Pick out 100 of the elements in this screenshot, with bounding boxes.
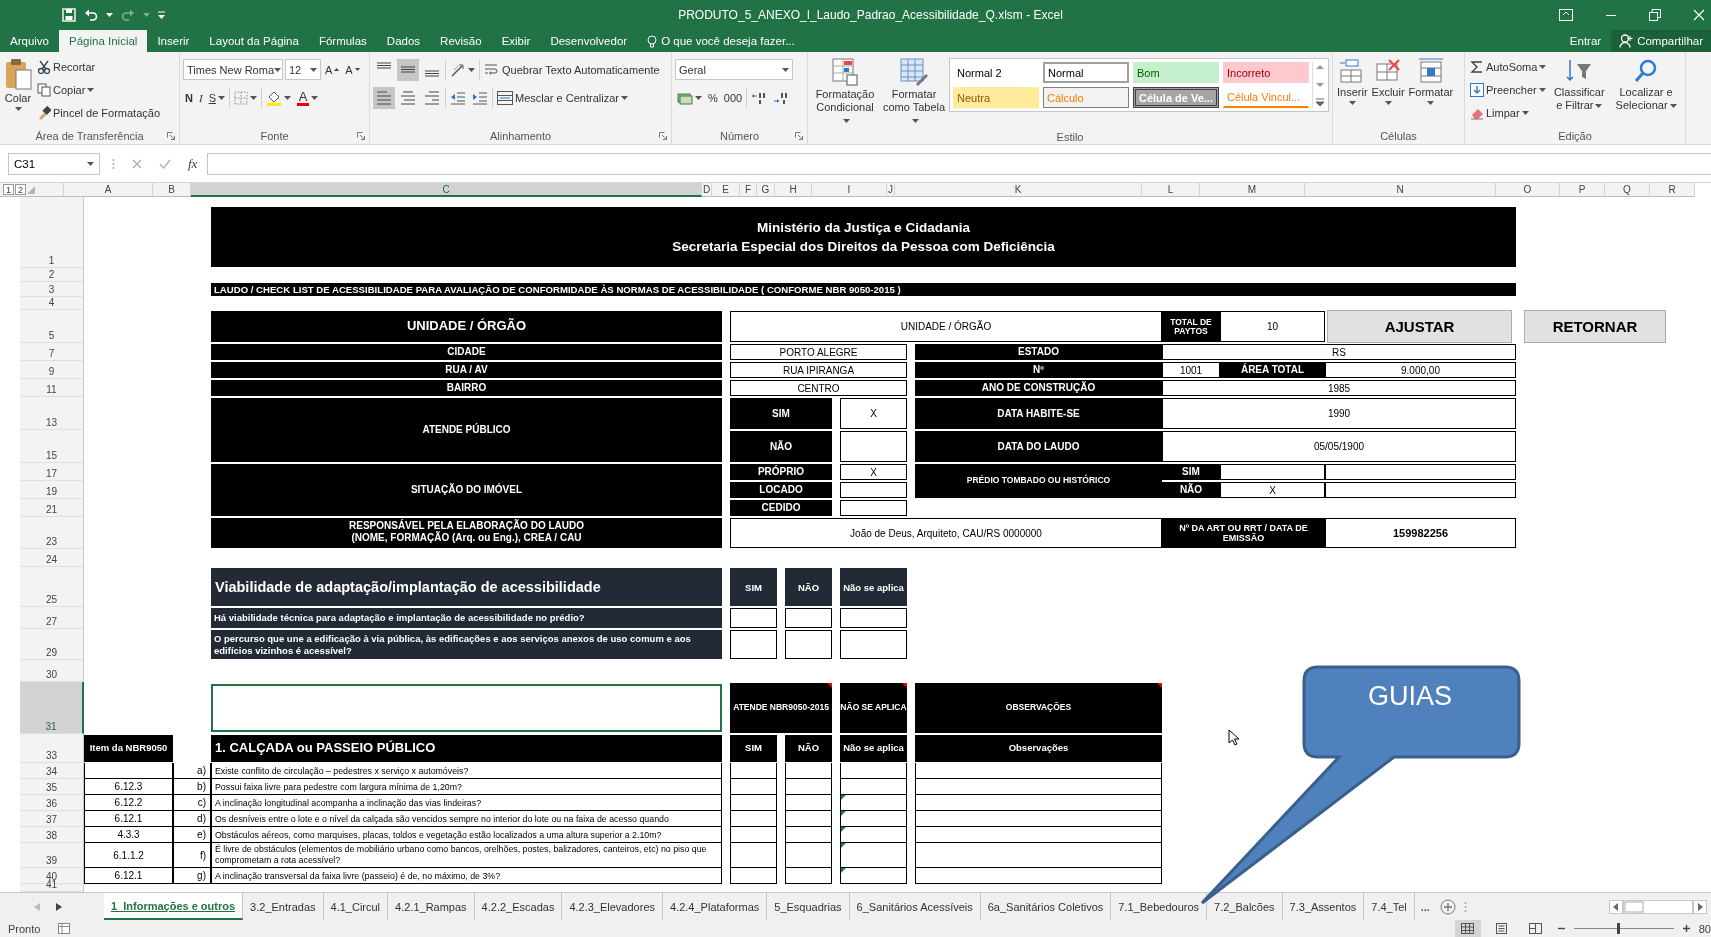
answer-box[interactable] (840, 763, 907, 779)
cell-style-option[interactable]: Neutra (953, 87, 1039, 108)
slider-thumb[interactable] (1617, 923, 1621, 934)
answer-box[interactable] (915, 779, 1162, 795)
caret-icon[interactable] (106, 13, 113, 17)
answer-box[interactable] (785, 630, 832, 659)
answer-box[interactable] (915, 795, 1162, 811)
row-header[interactable]: 9 (20, 361, 84, 379)
tell-me-field[interactable]: O que você deseja fazer... (647, 30, 795, 52)
caret-icon[interactable] (14, 107, 22, 111)
caret-icon[interactable] (87, 161, 94, 166)
row-header[interactable]: 39 (20, 843, 84, 868)
format-as-table-button[interactable]: Formatar como Tabela (881, 56, 947, 129)
answer-box[interactable] (840, 482, 907, 498)
answer-box[interactable] (915, 827, 1162, 843)
customize-icon[interactable] (158, 11, 166, 19)
conditional-format-button[interactable]: Formatação Condicional (811, 56, 879, 129)
row-header[interactable]: 3 (20, 282, 84, 297)
ribbon-tab[interactable]: Desenvolvedor (540, 30, 638, 52)
row-header[interactable]: 7 (20, 343, 84, 361)
answer-box[interactable] (730, 843, 777, 868)
share-button[interactable]: Compartilhar (1611, 30, 1711, 52)
row-header[interactable]: 27 (20, 607, 84, 629)
cell-style-option[interactable]: Normal (1043, 62, 1129, 83)
answer-box[interactable]: X (840, 464, 907, 480)
cell-style-option[interactable]: Incorreto (1223, 62, 1309, 83)
answer-box[interactable] (730, 795, 777, 811)
close-icon[interactable] (1693, 9, 1705, 21)
row-header[interactable]: 13 (20, 397, 84, 430)
row-header[interactable]: 31 (20, 682, 84, 734)
row-header[interactable]: 5 (20, 310, 84, 343)
font-color-button[interactable]: A (294, 86, 320, 109)
caret-icon[interactable] (1539, 65, 1547, 69)
caret-icon[interactable] (911, 119, 919, 124)
font-name-field[interactable]: Times New Roma (183, 59, 283, 80)
caret-up-icon[interactable] (334, 68, 340, 71)
answer-box[interactable] (840, 779, 907, 795)
brush-icon[interactable] (37, 106, 51, 120)
caret-icon[interactable] (310, 95, 318, 100)
answer-box[interactable] (840, 500, 907, 516)
percent-button[interactable]: % (706, 86, 720, 109)
answer-box[interactable] (915, 843, 1162, 868)
format-cells-icon[interactable] (1416, 58, 1445, 84)
insert-cells-button[interactable]: Inserir (1336, 56, 1369, 107)
autosum-button[interactable]: AutoSoma (1468, 56, 1549, 78)
answer-box[interactable]: X (1220, 482, 1325, 498)
ribbon-display-icon[interactable] (1559, 9, 1573, 21)
dialog-launcher-icon[interactable] (167, 132, 175, 140)
italic-button[interactable]: I (196, 86, 205, 109)
grow-font-button[interactable]: A (323, 58, 342, 81)
scroll-up-icon[interactable] (1315, 62, 1325, 72)
outline-level-button[interactable]: 1 (3, 184, 14, 195)
answer-box[interactable] (915, 763, 1162, 779)
scroll-down-icon[interactable] (1315, 80, 1325, 90)
caret-icon[interactable] (87, 88, 95, 92)
paint-bucket-icon[interactable] (265, 89, 282, 106)
row-header[interactable]: 25 (20, 567, 84, 607)
row-header[interactable]: 2 (20, 268, 84, 282)
answer-box[interactable] (840, 868, 907, 884)
undo-icon[interactable] (84, 8, 98, 22)
row-header[interactable]: 34 (20, 763, 84, 779)
row-header[interactable]: 15 (20, 430, 84, 463)
more-tabs-button[interactable]: ... (1414, 893, 1436, 920)
macro-record-icon[interactable] (58, 923, 71, 934)
add-sheet-icon[interactable] (1439, 898, 1456, 915)
formula-input[interactable] (207, 152, 1711, 175)
column-header[interactable]: C (191, 183, 702, 197)
clipboard-icon[interactable] (4, 58, 32, 90)
column-header[interactable]: H (775, 183, 812, 197)
column-header[interactable]: P (1560, 183, 1605, 197)
row-header[interactable]: 4 (20, 297, 84, 310)
adjust-button[interactable]: AJUSTAR (1327, 310, 1512, 343)
delete-cells-icon[interactable] (1374, 58, 1403, 84)
copy-icon[interactable] (37, 83, 51, 97)
caret-icon[interactable] (283, 95, 291, 100)
sum-icon[interactable] (1470, 60, 1484, 74)
eraser-icon[interactable] (1470, 106, 1484, 120)
money-icon[interactable] (677, 90, 693, 105)
row-header[interactable]: 17 (20, 463, 84, 481)
answer-box[interactable] (785, 795, 832, 811)
caret-icon[interactable] (310, 67, 317, 72)
caret-icon[interactable] (217, 95, 225, 100)
answer-box[interactable] (840, 431, 907, 462)
scroll-right-icon[interactable] (56, 902, 62, 911)
row-header[interactable]: 35 (20, 779, 84, 795)
ribbon-tab[interactable]: Dados (376, 30, 431, 52)
shrink-font-button[interactable]: A (343, 58, 362, 81)
number-format-field[interactable]: Geral (675, 59, 793, 80)
answer-box[interactable] (1220, 464, 1325, 480)
return-button[interactable]: RETORNAR (1524, 310, 1666, 343)
paste-button[interactable]: Colar (3, 56, 33, 113)
merge-icon[interactable] (497, 90, 513, 105)
caret-icon[interactable] (782, 67, 789, 72)
fill-down-icon[interactable] (1470, 83, 1484, 97)
caret-icon[interactable] (354, 68, 360, 71)
answer-box[interactable] (730, 868, 777, 884)
column-header[interactable]: N (1305, 183, 1496, 197)
row-header[interactable]: 23 (20, 517, 84, 549)
scroll-left-icon[interactable] (1609, 899, 1623, 914)
person-icon[interactable] (1619, 34, 1634, 48)
